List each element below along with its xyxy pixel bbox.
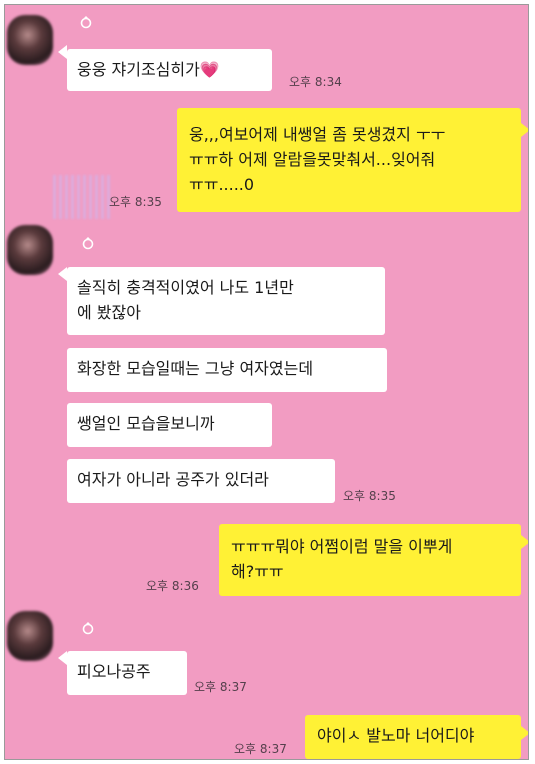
message-line: 해?ㅠㅠ <box>231 562 284 581</box>
message-bubble-left[interactable]: 쌩얼인 모습을보니까 <box>67 403 272 447</box>
message-text: 화장한 모습일때는 그냥 여자였는데 <box>77 359 314 378</box>
message-bubble-left[interactable]: 솔직히 충격적이였어 나도 1년만 에 봤잖아 <box>67 267 385 335</box>
message-bubble-left[interactable]: 화장한 모습일때는 그냥 여자였는데 <box>67 348 387 392</box>
message-line: 에 봤잖아 <box>77 303 141 322</box>
contact-avatar[interactable] <box>7 15 53 65</box>
message-time: 오후 8:37 <box>234 742 287 756</box>
message-time: 오후 8:35 <box>109 195 162 209</box>
ring-icon <box>80 16 92 29</box>
ring-icon <box>82 622 94 635</box>
message-text: 여자가 아니라 공주가 있더라 <box>77 470 269 489</box>
chat-screen: 웅웅 쟈기조심히가💗 오후 8:34 웅,,,여보어제 내쌩얼 좀 못생겼지 ㅜ… <box>4 4 529 760</box>
message-time: 오후 8:35 <box>343 489 396 503</box>
message-line: ㅠㅠ.....0 <box>189 175 255 194</box>
message-time: 오후 8:34 <box>289 75 342 89</box>
message-text: 웅웅 쟈기조심히가💗 <box>77 60 220 79</box>
message-bubble-left[interactable]: 웅웅 쟈기조심히가💗 <box>67 49 272 91</box>
contact-avatar[interactable] <box>7 225 53 275</box>
message-line: ㅠㅠㅠ뭐야 어쩜이럼 말을 이뿌게 <box>231 537 453 556</box>
message-bubble-right[interactable]: 웅,,,여보어제 내쌩얼 좀 못생겼지 ㅜㅜ ㅠㅠ하 어제 알람을못맞춰서...… <box>177 108 521 212</box>
message-line: 웅,,,여보어제 내쌩얼 좀 못생겼지 ㅜㅜ <box>189 125 446 144</box>
message-bubble-left[interactable]: 여자가 아니라 공주가 있더라 <box>67 459 335 503</box>
message-text: 피오나공주 <box>77 662 151 681</box>
message-time: 오후 8:37 <box>194 680 247 694</box>
contact-avatar[interactable] <box>7 611 53 661</box>
message-bubble-right[interactable]: 야이ㅅ 발노마 너어디야 <box>305 715 521 759</box>
message-line: 솔직히 충격적이였어 나도 1년만 <box>77 278 294 297</box>
message-bubble-left[interactable]: 피오나공주 <box>67 651 187 695</box>
ring-icon <box>82 237 94 250</box>
message-text: 쌩얼인 모습을보니까 <box>77 414 215 433</box>
message-line: ㅠㅠ하 어제 알람을못맞춰서...잊어줘 <box>189 150 436 169</box>
message-time: 오후 8:36 <box>146 579 199 593</box>
message-text: 야이ㅅ 발노마 너어디야 <box>317 726 475 745</box>
message-bubble-right[interactable]: ㅠㅠㅠ뭐야 어쩜이럼 말을 이뿌게 해?ㅠㅠ <box>219 524 521 596</box>
